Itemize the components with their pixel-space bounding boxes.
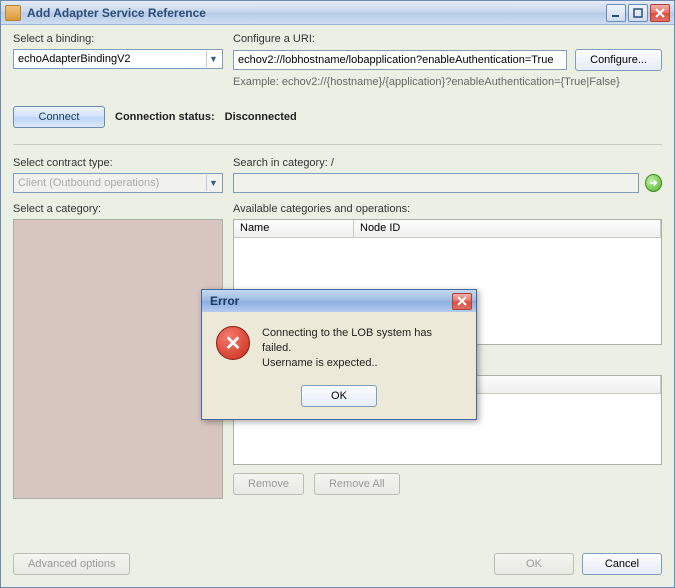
col-name[interactable]: Name <box>234 220 354 237</box>
close-button[interactable] <box>650 4 670 22</box>
dialog-ok-button[interactable]: OK <box>301 385 377 407</box>
main-window: Add Adapter Service Reference Select a b… <box>0 0 675 588</box>
minimize-button[interactable] <box>606 4 626 22</box>
error-icon: ✕ <box>216 326 250 360</box>
dialog-message-line1: Connecting to the LOB system has failed. <box>262 326 462 356</box>
uri-example: Example: echov2://{hostname}/{applicatio… <box>233 76 662 88</box>
connection-status-value: Disconnected <box>225 111 297 123</box>
connection-status-label: Connection status: <box>115 111 215 123</box>
search-go-button[interactable]: ➜ <box>645 174 662 192</box>
configure-button[interactable]: Configure... <box>575 49 662 71</box>
search-label: Search in category: / <box>233 157 662 169</box>
contract-label: Select contract type: <box>13 157 223 169</box>
maximize-button[interactable] <box>628 4 648 22</box>
category-tree[interactable] <box>13 219 223 499</box>
advanced-options-button: Advanced options <box>13 553 130 575</box>
connect-button[interactable]: Connect <box>13 106 105 128</box>
available-grid-header: Name Node ID <box>234 220 661 238</box>
uri-input[interactable] <box>233 50 567 70</box>
contract-select <box>13 173 223 193</box>
dialog-title: Error <box>210 294 239 308</box>
remove-all-button: Remove All <box>314 473 400 495</box>
footer: Advanced options OK Cancel <box>13 553 662 575</box>
dialog-message: Connecting to the LOB system has failed.… <box>262 326 462 371</box>
app-icon <box>5 5 21 21</box>
category-label: Select a category: <box>13 203 223 215</box>
available-label: Available categories and operations: <box>233 203 662 215</box>
binding-label: Select a binding: <box>13 33 223 45</box>
content-area: Select a binding: ▼ Configure a URI: Con… <box>1 25 674 587</box>
cancel-button[interactable]: Cancel <box>582 553 662 575</box>
divider <box>13 144 662 145</box>
search-input <box>233 173 639 193</box>
remove-button: Remove <box>233 473 304 495</box>
col-nodeid[interactable]: Node ID <box>354 220 661 237</box>
titlebar[interactable]: Add Adapter Service Reference <box>1 1 674 25</box>
window-title: Add Adapter Service Reference <box>27 6 604 20</box>
error-dialog: Error ✕ Connecting to the LOB system has… <box>201 289 477 420</box>
uri-label: Configure a URI: <box>233 33 662 45</box>
dialog-close-button[interactable] <box>452 293 472 310</box>
arrow-right-icon: ➜ <box>649 178 657 189</box>
ok-button: OK <box>494 553 574 575</box>
dialog-message-line2: Username is expected.. <box>262 356 462 371</box>
dialog-titlebar[interactable]: Error <box>202 290 476 312</box>
binding-select[interactable] <box>13 49 223 69</box>
